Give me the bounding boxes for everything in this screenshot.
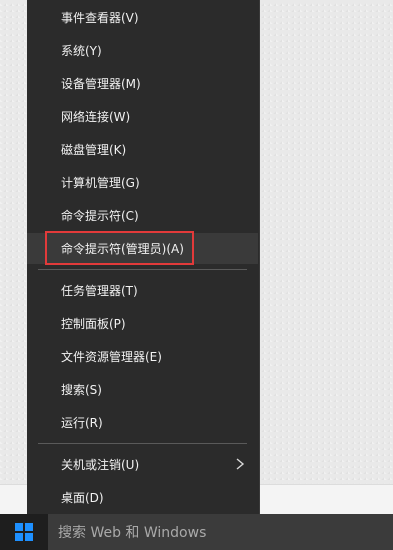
menu-item-device-manager[interactable]: 设备管理器(M) [27,68,258,99]
menu-item-label: 系统(Y) [61,44,102,58]
menu-item-label: 计算机管理(G) [61,176,140,190]
menu-item-label: 命令提示符(管理员)(A) [61,242,184,256]
menu-item-label: 控制面板(P) [61,317,126,331]
menu-item-label: 任务管理器(T) [61,284,138,298]
windows-logo-icon [15,523,33,541]
menu-item-label: 网络连接(W) [61,110,131,124]
menu-item-disk-management[interactable]: 磁盘管理(K) [27,134,258,165]
start-button[interactable] [0,514,48,550]
menu-item-label: 命令提示符(C) [61,209,139,223]
menu-item-command-prompt[interactable]: 命令提示符(C) [27,200,258,231]
chevron-right-icon [236,458,245,470]
winx-context-menu: 事件查看器(V) 系统(Y) 设备管理器(M) 网络连接(W) 磁盘管理(K) … [27,0,260,524]
menu-item-event-viewer[interactable]: 事件查看器(V) [27,2,258,33]
search-placeholder: 搜索 Web 和 Windows [58,525,207,541]
menu-item-label: 事件查看器(V) [61,11,139,25]
menu-item-label: 搜索(S) [61,383,102,397]
taskbar: 搜索 Web 和 Windows [0,514,393,550]
menu-item-shutdown-signout[interactable]: 关机或注销(U) [27,449,258,480]
search-input[interactable]: 搜索 Web 和 Windows [48,514,393,550]
menu-item-label: 设备管理器(M) [61,77,141,91]
menu-item-search[interactable]: 搜索(S) [27,374,258,405]
menu-item-label: 关机或注销(U) [61,458,140,472]
menu-item-task-manager[interactable]: 任务管理器(T) [27,275,258,306]
menu-item-control-panel[interactable]: 控制面板(P) [27,308,258,339]
menu-separator [38,269,247,270]
menu-item-command-prompt-admin[interactable]: 命令提示符(管理员)(A) [27,233,258,264]
menu-item-desktop[interactable]: 桌面(D) [27,482,258,513]
menu-item-computer-management[interactable]: 计算机管理(G) [27,167,258,198]
menu-item-system[interactable]: 系统(Y) [27,35,258,66]
menu-item-label: 磁盘管理(K) [61,143,127,157]
menu-item-label: 文件资源管理器(E) [61,350,162,364]
menu-separator [38,443,247,444]
menu-item-label: 桌面(D) [61,491,104,505]
menu-item-label: 运行(R) [61,416,103,430]
menu-item-run[interactable]: 运行(R) [27,407,258,438]
menu-item-network-connections[interactable]: 网络连接(W) [27,101,258,132]
menu-item-file-explorer[interactable]: 文件资源管理器(E) [27,341,258,372]
